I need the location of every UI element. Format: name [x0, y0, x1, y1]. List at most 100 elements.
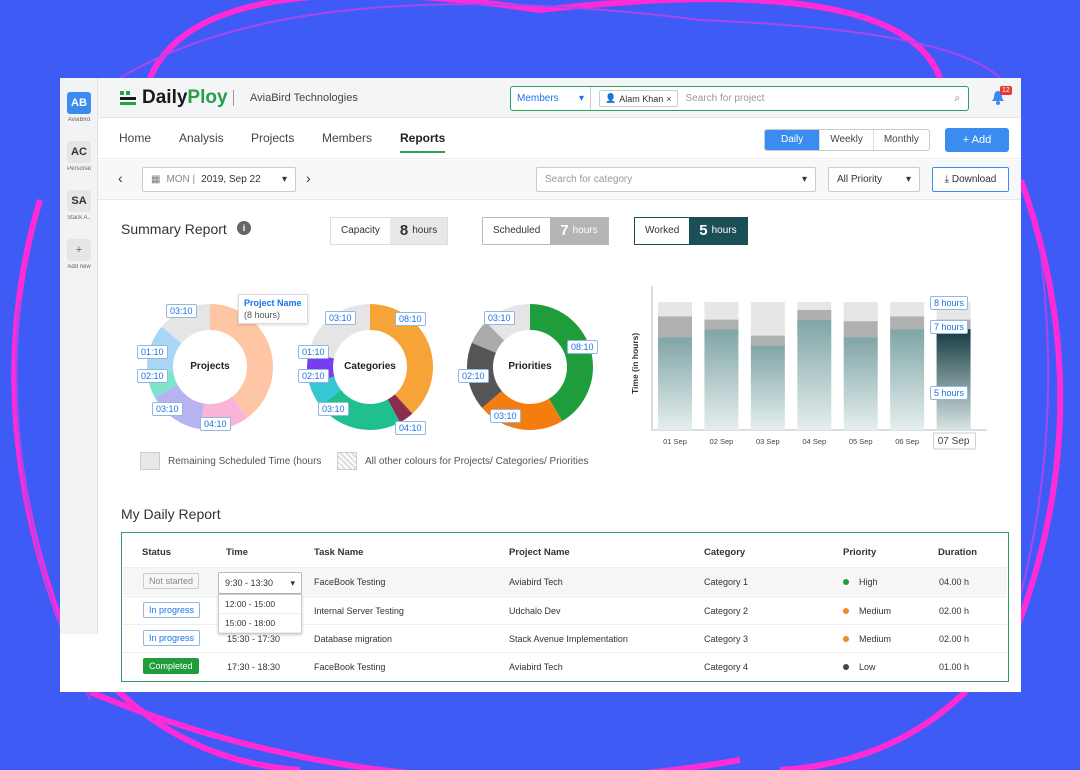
- date-day: MON |: [166, 174, 196, 185]
- categories-label: 03:10: [325, 311, 356, 325]
- legend-others: All other colours for Projects/ Categori…: [337, 452, 588, 470]
- category-search[interactable]: Search for category ▾: [536, 167, 816, 192]
- priority-dot: [843, 636, 849, 642]
- priorities-label: 03:10: [484, 311, 515, 325]
- caret-down-icon: ▾: [281, 174, 287, 185]
- bar-scheduled[interactable]: [843, 321, 878, 338]
- bar-capacity[interactable]: [797, 302, 832, 310]
- caret-down-icon: ▾: [905, 174, 911, 185]
- priorities-label: 03:10: [490, 409, 521, 423]
- bar-worked[interactable]: [843, 337, 878, 430]
- date-picker[interactable]: ▦ MON | 2019, Sep 22 ▾: [142, 167, 296, 192]
- workspace-personal[interactable]: AC Personal: [65, 141, 93, 172]
- workspace-name: Personal: [67, 166, 91, 172]
- bar-scheduled[interactable]: [750, 335, 785, 346]
- close-icon[interactable]: ×: [666, 94, 671, 104]
- priority-text: Low: [859, 662, 876, 672]
- bar-scheduled[interactable]: [658, 316, 692, 338]
- bar-capacity[interactable]: [704, 302, 739, 320]
- tab-reports[interactable]: Reports: [400, 131, 446, 153]
- members-label: Members: [517, 93, 559, 104]
- tab-projects[interactable]: Projects: [251, 131, 294, 145]
- add-button[interactable]: + Add: [945, 128, 1009, 152]
- time[interactable]: 15:30 - 17:30: [227, 634, 280, 644]
- project-name: Stack Avenue Implementation: [509, 634, 628, 644]
- project-name: Udchalo Dev: [509, 606, 561, 616]
- chevron-left-icon[interactable]: ‹: [118, 170, 123, 186]
- duration: 01.00 h: [939, 662, 970, 672]
- task-name: FaceBook Testing: [314, 662, 386, 672]
- projects-label: 01:10: [137, 345, 168, 359]
- scheduled-value: 7: [560, 222, 569, 239]
- add-workspace-label: Add new: [67, 264, 91, 270]
- bar-worked[interactable]: [658, 337, 692, 430]
- bar-worked[interactable]: [797, 319, 832, 430]
- info-icon[interactable]: i: [237, 221, 251, 235]
- toggle-weekly[interactable]: Weekly: [820, 130, 874, 150]
- status-badge[interactable]: Completed: [143, 658, 199, 674]
- bar-scheduled[interactable]: [797, 310, 832, 320]
- period-toggle: Daily Weekly Monthly: [764, 129, 930, 151]
- y-axis-label: Time (in hours): [630, 332, 640, 394]
- priorities-label: 08:10: [567, 340, 598, 354]
- time-option[interactable]: 12:00 - 15:00: [219, 595, 301, 614]
- bar-worked[interactable]: [750, 345, 785, 430]
- bar-worked[interactable]: [704, 329, 739, 430]
- member-chip-label: Alam Khan: [619, 93, 664, 104]
- capacity-value: 8: [399, 222, 409, 239]
- date-value: 2019, Sep 22: [201, 174, 261, 185]
- member-chip[interactable]: 👤 Alam Khan ×: [599, 90, 678, 107]
- status-badge[interactable]: In progress: [143, 602, 201, 618]
- legend-swatch-gray: [140, 452, 160, 470]
- priority-filter[interactable]: All Priority ▾: [828, 167, 920, 192]
- priority: Medium: [843, 634, 891, 644]
- app-logo[interactable]: Daily Ploy: [120, 87, 228, 109]
- x-tick-label: 07 Sep: [938, 436, 970, 447]
- bar-worked[interactable]: [890, 329, 925, 430]
- bar-capacity[interactable]: [843, 302, 878, 322]
- scheduled-stat: Scheduled 7 hours: [482, 217, 609, 245]
- capacity-label: Capacity: [331, 218, 390, 244]
- scheduled-label: Scheduled: [483, 218, 551, 244]
- bar-scheduled[interactable]: [704, 319, 739, 330]
- time[interactable]: 17:30 - 18:30: [227, 662, 280, 672]
- worked-stat: Worked 5 hours: [634, 217, 748, 245]
- legend-swatch-hatched: [337, 452, 357, 470]
- bar-capacity[interactable]: [658, 302, 692, 317]
- workspace-stack[interactable]: SA Stack A..: [65, 190, 93, 221]
- priorities-label: 02:10: [458, 369, 489, 383]
- x-tick-label: 01 Sep: [663, 437, 687, 446]
- bar-capacity[interactable]: [750, 302, 785, 336]
- bar-capacity[interactable]: [890, 302, 925, 317]
- download-label: Download: [951, 174, 997, 185]
- toggle-daily[interactable]: Daily: [765, 130, 821, 150]
- chevron-right-icon[interactable]: ›: [306, 170, 311, 186]
- col-duration: Duration: [938, 547, 978, 558]
- table-row[interactable]: Completed 17:30 - 18:30 FaceBook Testing…: [123, 652, 1007, 680]
- time-option[interactable]: 15:00 - 18:00: [219, 614, 301, 633]
- task-name: Internal Server Testing: [314, 606, 404, 616]
- capacity-stat: Capacity 8 hours: [330, 217, 449, 245]
- add-workspace-button[interactable]: + Add new: [65, 239, 93, 270]
- priority: Medium: [843, 606, 891, 616]
- time-dropdown[interactable]: 9:30 - 13:30 ▾: [218, 572, 302, 594]
- x-tick-label: 06 Sep: [895, 437, 919, 446]
- workspace-badge: SA: [67, 190, 91, 212]
- status-badge[interactable]: Not started: [143, 573, 200, 589]
- bar-scheduled[interactable]: [890, 316, 925, 330]
- download-button[interactable]: ⤓ Download: [932, 167, 1009, 192]
- workspace-aviabird[interactable]: AB AviaBird: [65, 92, 93, 123]
- search-input[interactable]: Search for project: [686, 93, 955, 104]
- bar-worked[interactable]: [936, 329, 971, 430]
- search-icon[interactable]: ⌕: [954, 93, 960, 104]
- toggle-monthly[interactable]: Monthly: [874, 130, 929, 150]
- workspace-name: Stack A..: [67, 215, 91, 221]
- status-badge[interactable]: In progress: [143, 630, 201, 646]
- caret-down-icon: ▾: [290, 577, 295, 588]
- members-dropdown[interactable]: Members ▾: [511, 87, 591, 110]
- tab-analysis[interactable]: Analysis: [179, 131, 224, 145]
- x-tick-label: 03 Sep: [756, 437, 780, 446]
- projects-label: 03:10: [166, 304, 197, 318]
- tab-home[interactable]: Home: [119, 131, 151, 145]
- tab-members[interactable]: Members: [322, 131, 372, 145]
